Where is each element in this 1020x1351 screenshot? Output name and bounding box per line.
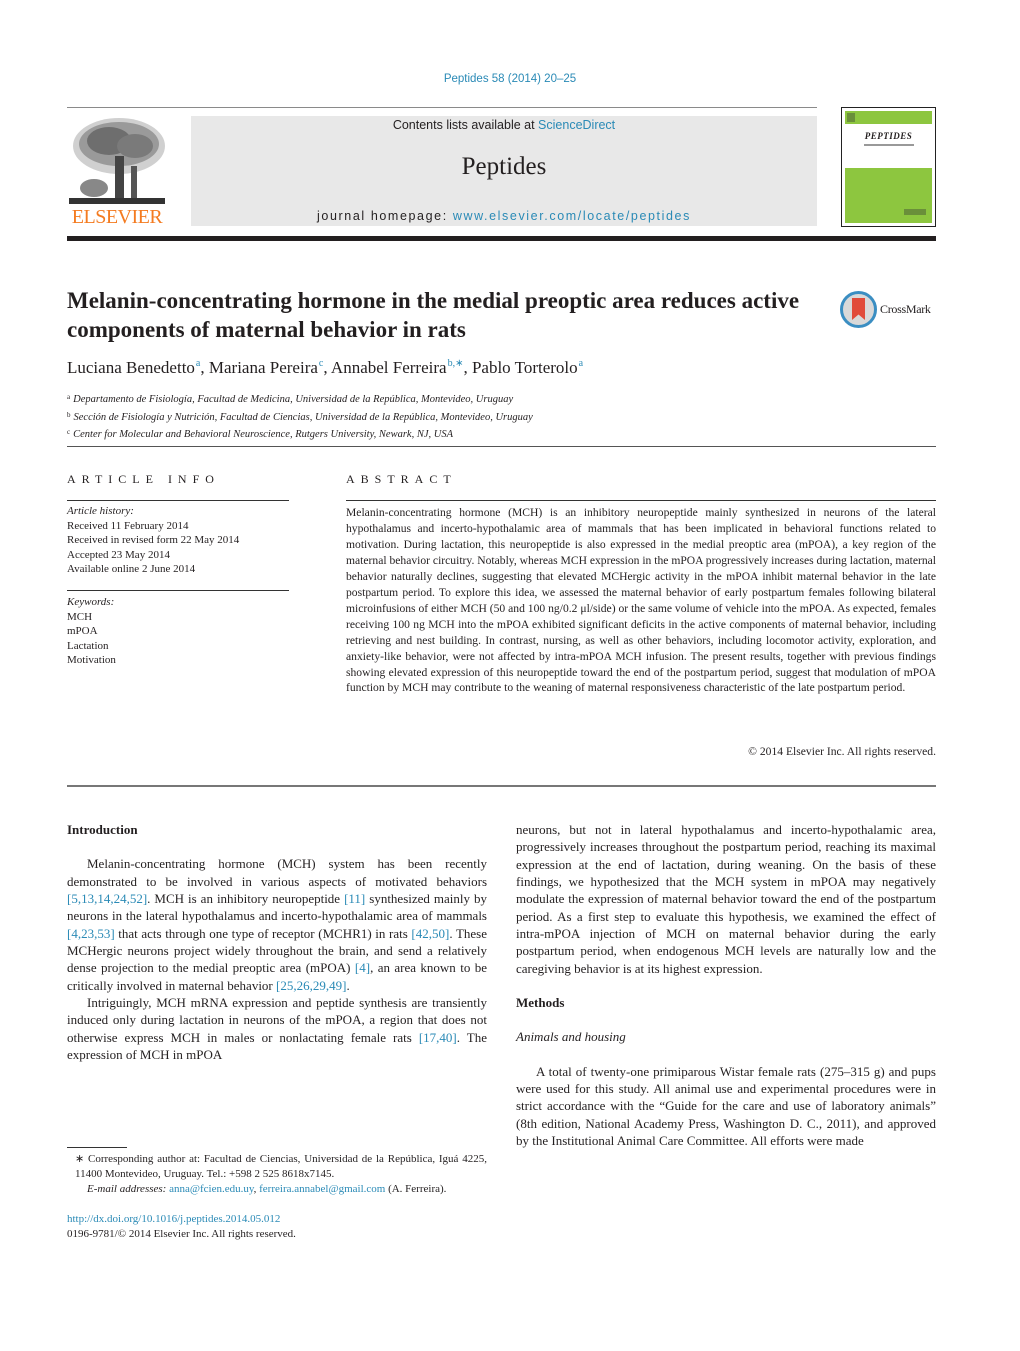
cover-title: PEPTIDES: [864, 131, 913, 141]
cover-top-band: [845, 111, 932, 124]
crossmark-label: CrossMark: [880, 302, 931, 316]
reference-link[interactable]: [4]: [355, 960, 370, 975]
history-item: Accepted 23 May 2014: [67, 548, 170, 561]
keyword: mPOA: [67, 625, 98, 637]
history-item: Received in revised form 22 May 2014: [67, 534, 240, 546]
author[interactable]: Pablo Torteroloa: [472, 358, 583, 377]
affiliation: a Departamento de Fisiología, Facultad de…: [67, 393, 514, 405]
text-run: that acts through one type of receptor (…: [114, 925, 412, 941]
section-heading-introduction: Introduction: [67, 822, 138, 837]
affiliation: b Sección de Fisiología y Nutrición, Facu…: [67, 410, 533, 423]
author-affil-link[interactable]: a: [579, 358, 583, 369]
keyword: MCH: [67, 610, 93, 623]
reference-link[interactable]: [11]: [344, 891, 365, 906]
homepage-link[interactable]: www.elsevier.com/locate/peptides: [453, 209, 691, 223]
journal-citation: Peptides 58 (2014) 20–25: [0, 73, 1020, 85]
journal-name: Peptides: [461, 153, 547, 180]
history-item: Received 11 February 2014: [67, 519, 189, 532]
history-label: Article history:: [67, 505, 134, 517]
doi-link[interactable]: http://dx.doi.org/10.1016/j.peptides.201…: [67, 1212, 487, 1227]
elsevier-tree-icon: [69, 116, 165, 206]
reference-link[interactable]: [17,40]: [419, 1030, 457, 1045]
footnote-rule: [67, 1147, 127, 1148]
article-info-heading: ARTICLE INFO: [67, 472, 220, 486]
cover-logo-icon: [847, 113, 855, 122]
cover-bottom-band: [845, 168, 932, 223]
crossmark-icon: [840, 291, 877, 328]
reference-link[interactable]: [25,26,29,49]: [276, 978, 346, 993]
citation-link[interactable]: Peptides 58 (2014) 20–25: [444, 73, 576, 85]
divider: [67, 785, 936, 787]
body-column-right: neurons, but not in lateral hypothalamus…: [516, 821, 936, 1150]
contents-line: Contents lists available at ScienceDirec…: [392, 118, 616, 132]
elsevier-wordmark: ELSEVIER: [71, 206, 163, 228]
text-run: Melanin-concentrating hormone (MCH) syst…: [67, 856, 487, 889]
article-title: Melanin-concentrating hormone in the med…: [67, 288, 800, 342]
history-item: Available online 2 June 2014: [67, 563, 196, 575]
header-thick-rule: [67, 236, 936, 241]
text-run: . MCH is an inhibitory neuropeptide: [147, 891, 345, 907]
body-column-left: Introduction Melanin-concentrating hormo…: [67, 821, 487, 1063]
email-link[interactable]: anna@fcien.edu.uy: [169, 1183, 254, 1195]
text-run: .: [346, 977, 350, 993]
keyword: Motivation: [67, 654, 116, 666]
email-link[interactable]: ferreira.annabel@gmail.com: [259, 1183, 385, 1195]
subsection-heading-animals: Animals and housing: [516, 1029, 626, 1045]
author[interactable]: Annabel Ferreirab,∗: [331, 358, 464, 377]
email-line: E-mail addresses: anna@fcien.edu.uy, fer…: [87, 1183, 447, 1195]
keyword: Lactation: [67, 639, 109, 652]
paragraph: neurons, but not in lateral hypothalamus…: [516, 822, 936, 976]
top-rule: [67, 107, 817, 108]
issn-copyright: 0196-9781/© 2014 Elsevier Inc. All right…: [67, 1228, 296, 1240]
cover-publisher-icon: [904, 209, 926, 215]
journal-masthead: Contents lists available at ScienceDirec…: [191, 116, 817, 226]
journal-cover[interactable]: PEPTIDES: [841, 107, 936, 227]
affiliation: c Center for Molecular and Behavioral Neu…: [67, 428, 453, 440]
paragraph: A total of twenty-one primiparous Wistar…: [516, 1063, 936, 1149]
author-list: Luciana Benedettoa, Mariana Pereirac, An…: [67, 358, 584, 377]
corresponding-author-note: ∗ Corresponding author at: Facultad de C…: [75, 1153, 487, 1180]
reference-link[interactable]: [4,23,53]: [67, 926, 115, 941]
abstract-heading: ABSTRACT: [346, 472, 457, 486]
divider: [67, 590, 289, 591]
divider: [67, 500, 289, 501]
affiliation-list: a Departamento de Fisiología, Facultad de…: [67, 390, 867, 443]
cover-subtitle: [863, 144, 914, 146]
divider: [67, 446, 936, 447]
paragraph: Melanin-concentrating hormone (MCH) syst…: [67, 855, 487, 994]
abstract-text: Melanin-concentrating hormone (MCH) is a…: [346, 506, 936, 695]
section-heading-methods: Methods: [516, 995, 565, 1011]
paragraph: Intriguingly, MCH mRNA expression and pe…: [67, 994, 487, 1063]
reference-link[interactable]: [5,13,14,24,52]: [67, 891, 147, 906]
keywords: Keywords: MCH mPOA Lactation Motivation: [67, 595, 289, 668]
keywords-label: Keywords:: [67, 596, 115, 608]
abstract-copyright: © 2014 Elsevier Inc. All rights reserved…: [748, 745, 936, 758]
elsevier-logo[interactable]: ELSEVIER: [67, 116, 167, 228]
article-history: Article history: Received 11 February 20…: [67, 504, 289, 577]
journal-homepage: journal homepage: www.elsevier.com/locat…: [317, 209, 691, 223]
sciencedirect-link[interactable]: ScienceDirect: [538, 118, 615, 132]
author-affil-link[interactable]: b,∗: [448, 358, 464, 369]
footnote: ∗ Corresponding author at: Facultad de C…: [67, 1152, 487, 1197]
divider: [346, 500, 936, 501]
crossmark-button[interactable]: CrossMark: [840, 291, 940, 329]
reference-link[interactable]: [42,50]: [411, 926, 449, 941]
author[interactable]: Luciana Benedettoa: [67, 358, 200, 377]
author[interactable]: Mariana Pereirac: [209, 358, 323, 377]
doi-block: http://dx.doi.org/10.1016/j.peptides.201…: [67, 1212, 487, 1242]
